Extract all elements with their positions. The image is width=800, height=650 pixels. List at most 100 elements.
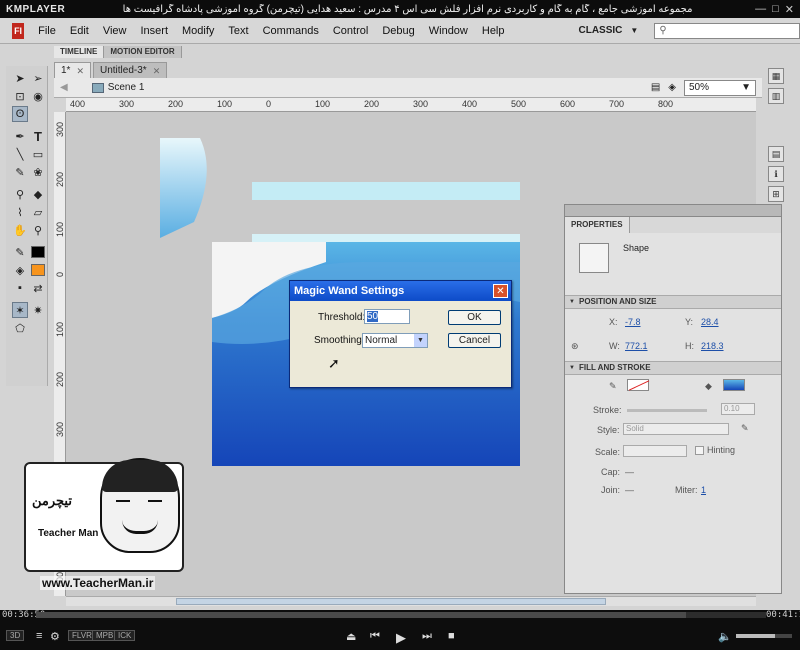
stroke-swatch[interactable] [627, 379, 650, 391]
polygon-mode-icon[interactable]: ⬠ [12, 320, 28, 336]
edit-scene-icon[interactable]: ▤ [651, 82, 660, 93]
magic-wand-settings-icon[interactable]: ✷ [30, 302, 46, 318]
free-transform-icon[interactable]: ⊡ [12, 88, 28, 104]
align-panel-icon[interactable]: ▤ [768, 146, 784, 162]
y-value[interactable]: 28.4 [701, 317, 719, 327]
ruler-tick-label: 500 [511, 99, 527, 109]
zoom-select[interactable]: 50% ▼ [684, 79, 756, 96]
color-panel-icon[interactable]: ▦ [768, 68, 784, 84]
previous-icon[interactable]: ⏮ [370, 630, 380, 643]
pencil-tool-icon[interactable]: ✎ [12, 164, 28, 180]
settings-icon[interactable]: ⚙ [50, 630, 60, 643]
fill-color-icon[interactable]: ◈ [12, 262, 28, 278]
ok-button[interactable]: OK [448, 310, 501, 325]
badge-3d[interactable]: 3D [6, 630, 25, 641]
close-icon[interactable]: ✕ [153, 63, 161, 79]
stroke-slider[interactable] [627, 409, 707, 412]
help-search-input[interactable]: ⚲ [654, 22, 800, 39]
fill-swatch[interactable] [723, 379, 745, 391]
swap-colors-icon[interactable]: ⇄ [30, 280, 46, 296]
paint-bucket-icon[interactable]: ◆ [30, 186, 46, 202]
tab-properties[interactable]: PROPERTIES [565, 217, 630, 233]
doc-tab-active[interactable]: 1* ✕ [54, 62, 91, 78]
menu-modify[interactable]: Modify [176, 25, 222, 37]
lasso-tool-icon[interactable]: ʘ [12, 106, 28, 122]
w-value[interactable]: 772.1 [625, 341, 648, 351]
cancel-button[interactable]: Cancel [448, 333, 501, 348]
next-icon[interactable]: ⏭ [422, 630, 432, 643]
transform-panel-icon[interactable]: ⊞ [768, 186, 784, 202]
info-panel-icon[interactable]: ℹ [768, 166, 784, 182]
scene-breadcrumb[interactable]: Scene 1 [91, 82, 144, 93]
scale-select[interactable] [623, 445, 687, 457]
minimize-icon[interactable]: — [755, 3, 766, 16]
menu-icon[interactable]: ≡ [36, 630, 42, 642]
speaker-icon[interactable]: 🔈 [718, 630, 732, 643]
subselection-tool-icon[interactable]: ➢ [30, 70, 46, 86]
menu-commands[interactable]: Commands [257, 25, 327, 37]
menu-edit[interactable]: Edit [64, 25, 97, 37]
menu-help[interactable]: Help [476, 25, 513, 37]
zoom-tool-icon[interactable]: ⚲ [30, 222, 46, 238]
scrollbar-thumb[interactable] [176, 598, 606, 605]
menu-text[interactable]: Text [222, 25, 256, 37]
stroke-color-swatch[interactable] [31, 246, 45, 258]
back-arrow-icon[interactable]: ◀ [60, 82, 68, 93]
doc-tab-untitled[interactable]: Untitled-3* ✕ [93, 62, 168, 79]
eraser-tool-icon[interactable]: ▱ [30, 204, 46, 220]
stage-scrollbar[interactable] [66, 596, 756, 606]
play-icon[interactable]: ▶ [396, 630, 406, 646]
smoothing-select[interactable]: Normal ▼ [362, 333, 428, 348]
style-select[interactable]: Solid [623, 423, 729, 435]
flash-app: Fl File Edit View Insert Modify Text Com… [0, 18, 800, 610]
close-icon[interactable]: ✕ [76, 63, 84, 79]
workspace-switcher[interactable]: CLASSIC ▼ [573, 22, 645, 40]
x-value[interactable]: -7.8 [625, 317, 641, 327]
stop-icon[interactable]: ■ [448, 630, 455, 642]
menu-view[interactable]: View [97, 25, 135, 37]
tab-motion-editor[interactable]: MOTION EDITOR [104, 46, 182, 58]
text-tool-icon[interactable]: T [30, 128, 46, 144]
threshold-input[interactable]: 50 [364, 309, 410, 324]
section-position-size[interactable]: POSITION AND SIZE [565, 295, 781, 309]
stroke-color-icon[interactable]: ✎ [12, 244, 28, 260]
menu-window[interactable]: Window [423, 25, 476, 37]
tab-timeline[interactable]: TIMELINE [54, 46, 105, 58]
stroke-value-field[interactable]: 0.10 [721, 403, 755, 415]
bone-tool-icon[interactable]: ⚲ [12, 186, 28, 202]
seek-bar[interactable] [36, 612, 766, 618]
3d-rotation-icon[interactable]: ◉ [30, 88, 46, 104]
section-fill-stroke[interactable]: FILL AND STROKE [565, 361, 781, 375]
menu-insert[interactable]: Insert [135, 25, 177, 37]
close-icon[interactable]: ✕ [493, 284, 508, 298]
deco-tool-icon[interactable]: ❀ [30, 164, 46, 180]
eyedropper-icon[interactable]: ⌇ [12, 204, 28, 220]
eject-icon[interactable]: ⏏ [346, 630, 356, 643]
edit-symbols-icon[interactable]: ◈ [668, 82, 676, 93]
swatches-panel-icon[interactable]: ▥ [768, 88, 784, 104]
pen-tool-icon[interactable]: ✒ [12, 128, 28, 144]
hinting-checkbox[interactable] [695, 446, 704, 455]
menu-debug[interactable]: Debug [376, 25, 422, 37]
h-value[interactable]: 218.3 [701, 341, 724, 351]
join-select[interactable]: — [625, 485, 634, 495]
magic-wand-icon[interactable]: ✶ [12, 302, 28, 318]
badge-ick[interactable]: ICK [114, 630, 136, 641]
menu-file[interactable]: File [32, 25, 64, 37]
close-icon[interactable]: ✕ [785, 3, 794, 16]
volume-slider[interactable] [736, 634, 792, 638]
maximize-icon[interactable]: □ [772, 3, 779, 16]
ruler-tick-label: 600 [560, 99, 576, 109]
line-tool-icon[interactable]: ╲ [12, 146, 28, 162]
custom-style-icon[interactable]: ✎ [741, 423, 749, 434]
black-white-icon[interactable]: ▪ [12, 280, 28, 296]
link-icon[interactable]: ⊛ [571, 341, 579, 352]
miter-value[interactable]: 1 [701, 485, 706, 495]
fill-color-swatch[interactable] [31, 264, 45, 276]
cap-select[interactable]: — [625, 467, 634, 477]
selection-tool-icon[interactable]: ➤ [12, 70, 28, 86]
panel-header[interactable] [565, 205, 781, 217]
menu-control[interactable]: Control [327, 25, 376, 37]
hand-tool-icon[interactable]: ✋ [12, 222, 28, 238]
rectangle-tool-icon[interactable]: ▭ [30, 146, 46, 162]
